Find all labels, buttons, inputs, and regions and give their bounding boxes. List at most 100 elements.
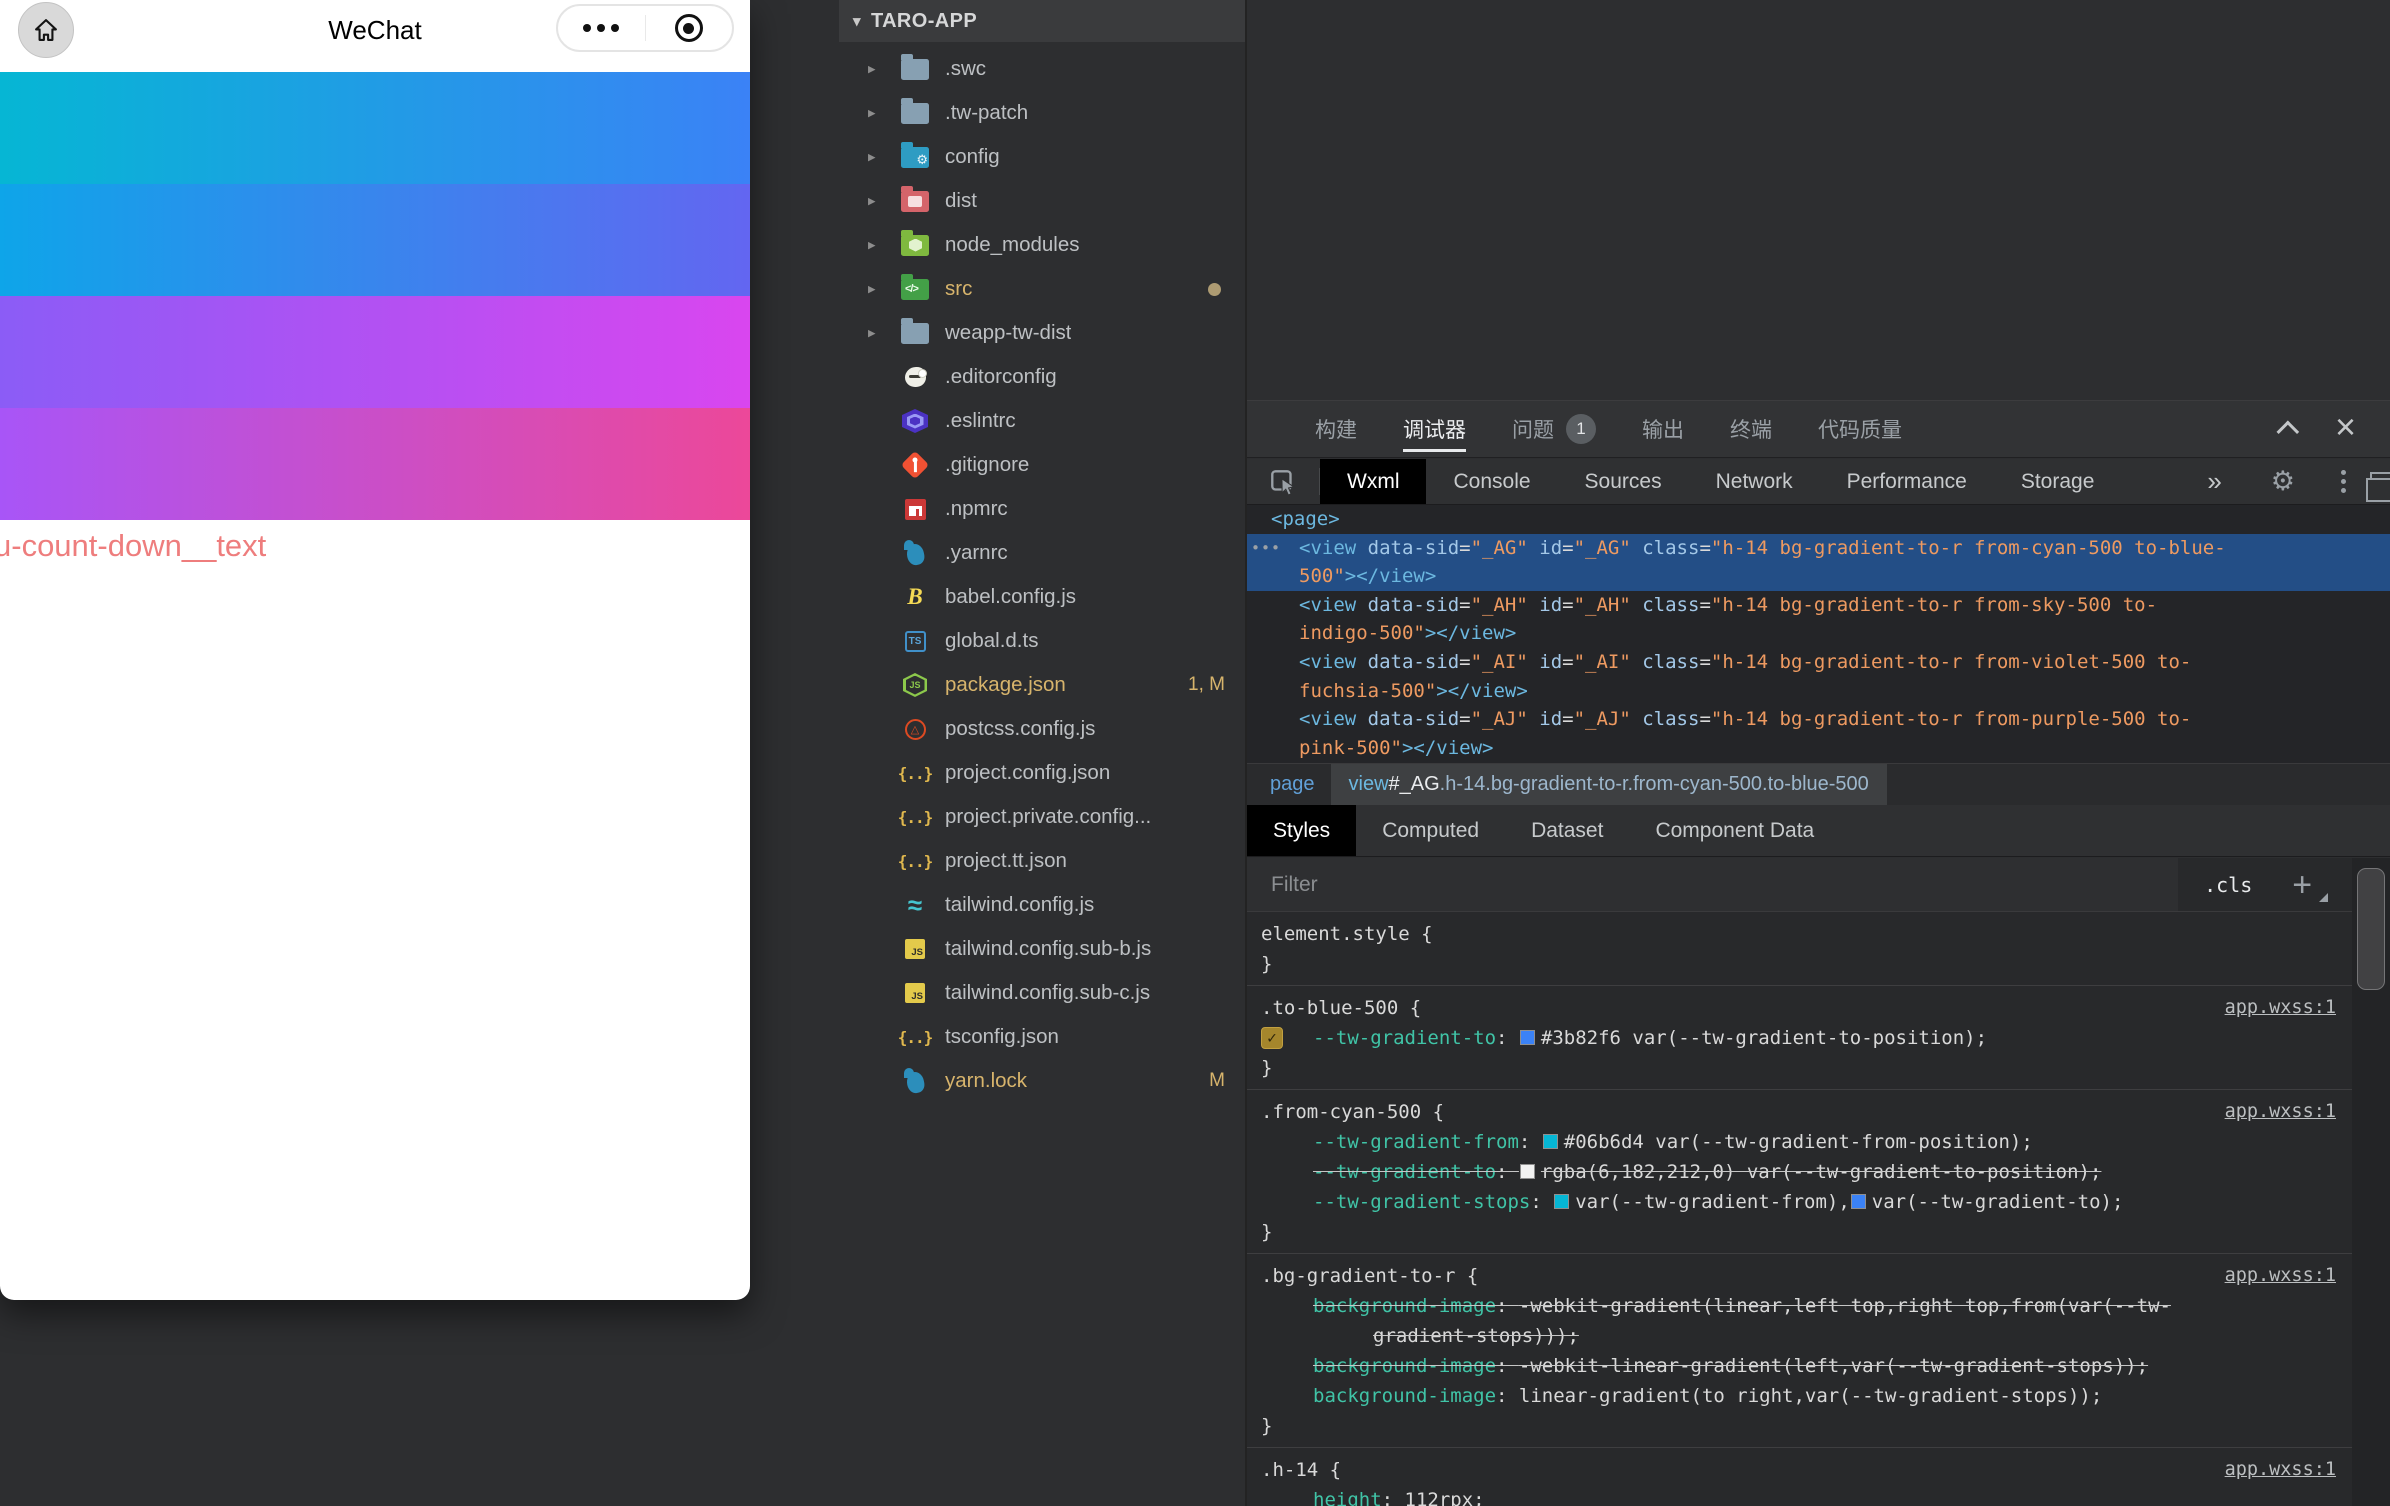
wxml-code-line[interactable]: 500"></view> xyxy=(1247,562,2390,591)
chevron-down-icon: ▾ xyxy=(853,12,861,30)
tree-item--yarnrc[interactable]: .yarnrc xyxy=(839,531,1245,575)
tab-sources[interactable]: Sources xyxy=(1558,459,1689,504)
tree-item-tailwind-config-sub-b-js[interactable]: tailwind.config.sub-b.js xyxy=(839,927,1245,971)
git-icon xyxy=(899,450,931,480)
project-root-row[interactable]: ▾ TARO-APP xyxy=(839,0,1245,42)
tree-item-package-json[interactable]: JSpackage.json1, M xyxy=(839,663,1245,707)
panel-tab-代码质量[interactable]: 代码质量 xyxy=(1818,401,1902,457)
tree-item-yarn-lock[interactable]: yarn.lockM xyxy=(839,1059,1245,1103)
file-name: postcss.config.js xyxy=(945,717,1095,741)
panel-tab-问题[interactable]: 问题1 xyxy=(1512,401,1596,457)
css-selector: .from-cyan-500 { xyxy=(1261,1097,2342,1127)
more-menu-button[interactable] xyxy=(558,6,645,50)
tab-network[interactable]: Network xyxy=(1689,459,1820,504)
inspector-tabs: WxmlConsoleSourcesNetworkPerformanceStor… xyxy=(1320,459,2121,504)
css-property[interactable]: background-image: linear-gradient(to rig… xyxy=(1261,1381,2342,1411)
folder-dist-icon xyxy=(899,186,931,216)
tab-component-data[interactable]: Component Data xyxy=(1629,805,1840,856)
color-swatch[interactable] xyxy=(1543,1134,1558,1149)
kebab-menu-icon[interactable] xyxy=(2317,470,2370,493)
file-name: .gitignore xyxy=(945,453,1029,477)
wxml-code-line[interactable]: <view data-sid="_AI" id="_AI" class="h-1… xyxy=(1247,648,2390,677)
wxml-code-line[interactable]: pink-500"></view> xyxy=(1247,734,2390,763)
inspect-element-button[interactable] xyxy=(1247,459,1319,504)
panel-tab-构建[interactable]: 构建 xyxy=(1315,401,1357,457)
dock-side-icon[interactable] xyxy=(2370,472,2390,492)
tree-item-src[interactable]: ▸</>src xyxy=(839,267,1245,311)
css-property[interactable]: ✓--tw-gradient-to: #3b82f6 var(--tw-grad… xyxy=(1261,1023,2342,1053)
tab-dataset[interactable]: Dataset xyxy=(1505,805,1629,856)
stylesheet-link[interactable]: app.wxss:1 xyxy=(2225,1097,2336,1127)
tree-item-project-private-config-[interactable]: {..}project.private.config... xyxy=(839,795,1245,839)
breadcrumb-selected-element[interactable]: view#_AG.h-14.bg-gradient-to-r.from-cyan… xyxy=(1331,764,1887,805)
new-style-rule-button[interactable]: + xyxy=(2292,868,2312,902)
property-checkbox[interactable]: ✓ xyxy=(1261,1027,1283,1049)
tree-item-project-config-json[interactable]: {..}project.config.json xyxy=(839,751,1245,795)
collapse-panel-icon[interactable] xyxy=(2276,421,2299,444)
stylesheet-link[interactable]: app.wxss:1 xyxy=(2225,1455,2336,1485)
css-property[interactable]: --tw-gradient-to: rgba(6,182,212,0) var(… xyxy=(1261,1157,2342,1187)
tab-styles[interactable]: Styles xyxy=(1247,805,1356,856)
wxml-code-line[interactable]: fuchsia-500"></view> xyxy=(1247,677,2390,706)
wechat-header: WeChat xyxy=(0,0,750,72)
css-property[interactable]: --tw-gradient-from: #06b6d4 var(--tw-gra… xyxy=(1261,1127,2342,1157)
stylesheet-link[interactable]: app.wxss:1 xyxy=(2225,993,2336,1023)
tree-item--gitignore[interactable]: .gitignore xyxy=(839,443,1245,487)
tab-performance[interactable]: Performance xyxy=(1820,459,1994,504)
css-property[interactable]: background-image: -webkit-linear-gradien… xyxy=(1261,1351,2342,1381)
color-swatch[interactable] xyxy=(1520,1164,1535,1179)
node-menu-dots-icon[interactable]: ••• xyxy=(1251,534,1281,563)
wxml-code-line[interactable]: <view data-sid="_AH" id="_AH" class="h-1… xyxy=(1247,591,2390,620)
wxml-code-line[interactable]: <view data-sid="_AJ" id="_AJ" class="h-1… xyxy=(1247,705,2390,734)
css-property[interactable]: height: 112rpx; xyxy=(1261,1485,2342,1506)
css-property[interactable]: --tw-gradient-stops: var(--tw-gradient-f… xyxy=(1261,1187,2342,1217)
styles-filter-input[interactable]: Filter xyxy=(1247,858,2178,911)
tree-item--npmrc[interactable]: .npmrc xyxy=(839,487,1245,531)
wxml-code-line[interactable]: •••<view data-sid="_AG" id="_AG" class="… xyxy=(1247,534,2390,563)
tree-item-weapp-tw-dist[interactable]: ▸weapp-tw-dist xyxy=(839,311,1245,355)
breadcrumb-page[interactable]: page xyxy=(1247,764,1331,805)
tree-item-global-d-ts[interactable]: TSglobal.d.ts xyxy=(839,619,1245,663)
tree-item--tw-patch[interactable]: ▸.tw-patch xyxy=(839,91,1245,135)
scrollbar-thumb[interactable] xyxy=(2357,868,2385,990)
tab-wxml[interactable]: Wxml xyxy=(1320,459,1426,504)
tree-item--eslintrc[interactable]: .eslintrc xyxy=(839,399,1245,443)
gear-icon[interactable]: ⚙ xyxy=(2249,466,2317,497)
more-tabs-icon[interactable]: » xyxy=(2181,466,2247,497)
tree-item--swc[interactable]: ▸.swc xyxy=(839,47,1245,91)
toggle-element-classes-button[interactable]: .cls xyxy=(2204,873,2252,897)
tree-item-dist[interactable]: ▸dist xyxy=(839,179,1245,223)
wxml-code-line[interactable]: indigo-500"></view> xyxy=(1247,619,2390,648)
exit-record-button[interactable] xyxy=(646,6,733,50)
tree-item--editorconfig[interactable]: .editorconfig xyxy=(839,355,1245,399)
tree-item-tailwind-config-js[interactable]: ≈tailwind.config.js xyxy=(839,883,1245,927)
color-swatch[interactable] xyxy=(1554,1194,1569,1209)
devtools-panel: 构建 调试器问题1 输出 终端 代码质量 × WxmlConsoleSourcesNet… xyxy=(1245,0,2390,1506)
tree-item-tailwind-config-sub-c-js[interactable]: tailwind.config.sub-c.js xyxy=(839,971,1245,1015)
css-rule-section: app.wxss:1.bg-gradient-to-r {background-… xyxy=(1247,1254,2352,1448)
panel-tab-label: 构建 xyxy=(1315,414,1357,444)
postcss-icon: △ xyxy=(899,714,931,744)
css-property[interactable]: background-image: -webkit-gradient(linea… xyxy=(1261,1291,2342,1351)
tree-item-project-tt-json[interactable]: {..}project.tt.json xyxy=(839,839,1245,883)
panel-tab-label: 终端 xyxy=(1730,414,1772,444)
tab-computed[interactable]: Computed xyxy=(1356,805,1505,856)
tree-item-node-modules[interactable]: ▸node_modules xyxy=(839,223,1245,267)
wxml-code-line[interactable]: <page> xyxy=(1247,505,2390,534)
panel-tab-输出[interactable]: 输出 xyxy=(1642,401,1684,457)
tree-item-config[interactable]: ▸⚙config xyxy=(839,135,1245,179)
tree-item-postcss-config-js[interactable]: △ postcss.config.js xyxy=(839,707,1245,751)
yarn-icon xyxy=(899,1066,931,1096)
css-selector: element.style { xyxy=(1261,919,2342,949)
tab-console[interactable]: Console xyxy=(1426,459,1557,504)
tab-storage[interactable]: Storage xyxy=(1994,459,2122,504)
css-rule-section: app.wxss:1.from-cyan-500 {--tw-gradient-… xyxy=(1247,1090,2352,1254)
color-swatch[interactable] xyxy=(1520,1030,1535,1045)
panel-tab-调试器[interactable]: 调试器 xyxy=(1403,401,1466,457)
panel-tab-终端[interactable]: 终端 xyxy=(1730,401,1772,457)
tree-item-tsconfig-json[interactable]: {..}tsconfig.json xyxy=(839,1015,1245,1059)
stylesheet-link[interactable]: app.wxss:1 xyxy=(2225,1261,2336,1291)
close-icon[interactable]: × xyxy=(2335,409,2356,445)
color-swatch[interactable] xyxy=(1851,1194,1866,1209)
tree-item-babel-config-js[interactable]: Bbabel.config.js xyxy=(839,575,1245,619)
